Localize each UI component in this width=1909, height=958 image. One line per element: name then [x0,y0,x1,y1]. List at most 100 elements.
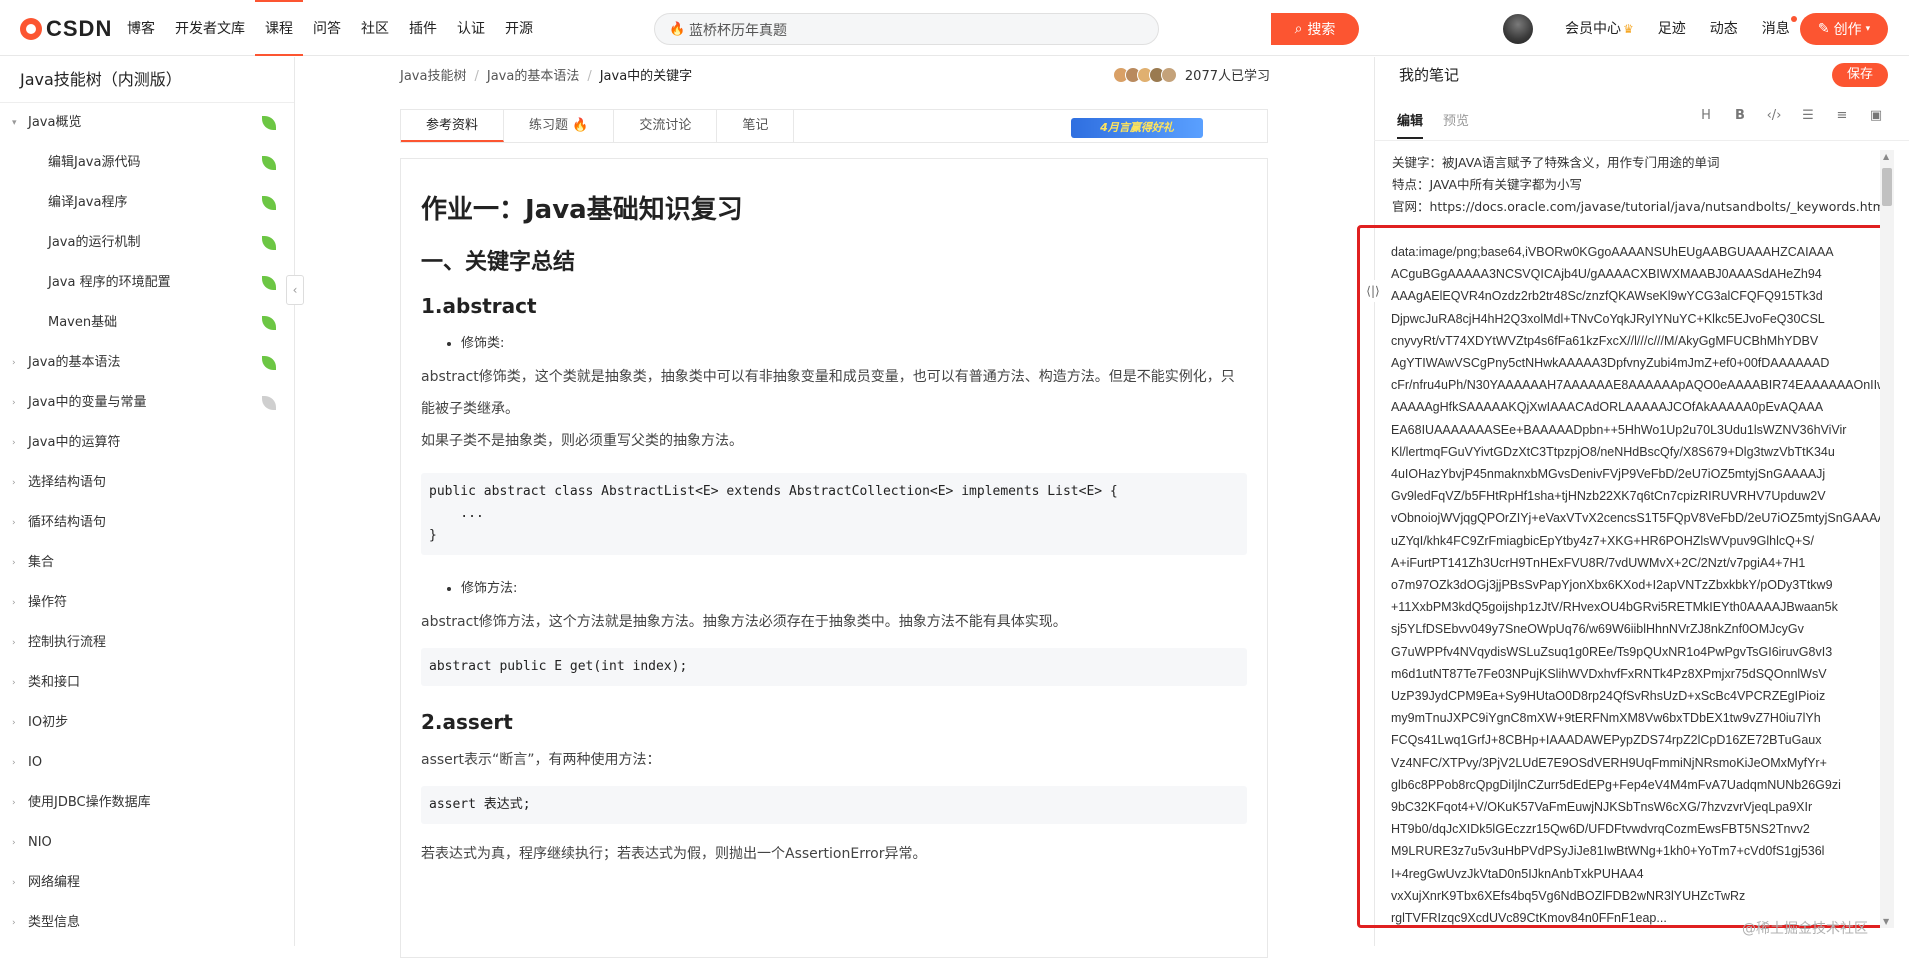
create-button[interactable]: ✎ 创作 ▾ [1800,13,1888,45]
chevron-right-icon[interactable]: › [12,343,16,383]
leaf-progress-icon [262,276,276,290]
sidebar-item-label: 操作符 [28,595,68,610]
sidebar-item[interactable]: › 类型信息 [0,903,294,943]
chevron-right-icon[interactable]: › [12,903,16,943]
chevron-right-icon[interactable]: › [12,823,16,863]
sidebar-item[interactable]: › 循环结构语句 [0,503,294,543]
sidebar-item[interactable]: › 网络编程 [0,863,294,903]
sidebar-item[interactable]: › 选择结构语句 [0,463,294,503]
nav-qa[interactable]: 问答 [303,0,351,56]
skill-tree-sidebar: Java技能树（内测版） ▾ Java概览 编辑Java源代码 编译Java程序 Jav… [0,57,295,946]
sidebar-item[interactable]: › Java中的运算符 [0,423,294,463]
sidebar-item[interactable]: › 集合 [0,543,294,583]
sidebar-item[interactable]: › Java的基本语法 [0,343,294,383]
chevron-right-icon[interactable]: › [12,423,16,463]
note-editor[interactable]: 关键字：被JAVA语言赋予了特殊含义，用作专门用途的单词 特点：JAVA中所有关… [1392,152,1882,218]
nav-community[interactable]: 社区 [351,0,399,56]
collapse-sidebar-button[interactable]: ‹ [286,275,304,305]
sidebar-item[interactable]: ▾ Java概览 [0,103,294,143]
breadcrumb-item[interactable]: Java的基本语法 [487,69,579,84]
tab-reference[interactable]: 参考资料 [401,110,505,142]
paragraph: assert表示“断言”，有两种使用方法： [421,752,661,768]
promo-banner[interactable]: 4月言赢得好礼 [1071,118,1203,138]
tab-notes[interactable]: 笔记 [717,110,795,142]
csdn-logo[interactable]: CSDN [20,16,112,42]
scroll-down-icon[interactable]: ▼ [1883,917,1889,926]
user-avatar[interactable] [1503,14,1533,44]
chevron-right-icon[interactable]: › [12,623,16,663]
content-tabs: 参考资料 练习题 🔥 交流讨论 笔记 4月言赢得好礼 [400,109,1268,143]
sidebar-item[interactable]: › IO初步 [0,703,294,743]
chevron-right-icon[interactable]: › [12,503,16,543]
learner-avatars [1112,66,1177,83]
chevron-right-icon[interactable]: › [12,583,16,623]
chevron-right-icon[interactable]: › [12,543,16,583]
scroll-up-icon[interactable]: ▲ [1883,152,1889,161]
leaf-progress-icon [262,356,276,370]
notes-title: 我的笔记 [1399,66,1460,84]
search-button[interactable]: ⌕ 搜索 [1271,13,1359,45]
code-block: public abstract class AbstractList<E> ex… [421,473,1247,555]
chevron-right-icon[interactable]: › [12,463,16,503]
chevron-right-icon[interactable]: › [12,743,16,783]
paragraph: abstract修饰方法，这个方法就是抽象方法。抽象方法必须存在于抽象类中。抽象… [421,614,1067,630]
code-block: abstract public E get(int index); [421,648,1247,686]
editor-toolbar: H B ‹/› ☰ ≡ ▣ [1697,108,1885,123]
paragraph: abstract修饰类，这个类就是抽象类，抽象类中可以有非抽象变量和成员变量，也… [421,369,1235,417]
bold-icon[interactable]: B [1731,108,1749,123]
save-button[interactable]: 保存 [1832,63,1888,87]
sidebar-item-label: 网络编程 [28,875,81,890]
list-item: 修饰方法: [461,577,1247,596]
chevron-right-icon[interactable]: › [12,663,16,703]
sidebar-item[interactable]: Java的运行机制 [0,223,294,263]
nav-certification[interactable]: 认证 [447,0,495,56]
nav-open-source[interactable]: 开源 [495,0,543,56]
code-block: assert 表达式; [421,786,1247,824]
chevron-down-icon[interactable]: ▾ [12,103,17,143]
leaf-progress-icon [262,156,276,170]
code-icon[interactable]: ‹/› [1765,108,1783,123]
unordered-list-icon[interactable]: ☰ [1799,108,1817,123]
sidebar-item-label: 使用JDBC操作数据库 [28,795,151,810]
footprint-link[interactable]: 足迹 [1658,18,1686,38]
vip-center-link[interactable]: 会员中心 ♛ [1565,18,1634,38]
sidebar-item[interactable]: › 类和接口 [0,663,294,703]
chevron-right-icon[interactable]: › [12,703,16,743]
sidebar-item[interactable]: 编辑Java源代码 [0,143,294,183]
crown-icon: ♛ [1623,22,1634,36]
hot-fire-icon: 🔥 [669,22,686,37]
chevron-right-icon[interactable]: › [12,383,16,423]
chevron-right-icon[interactable]: › [12,863,16,903]
sidebar-item-label: 选择结构语句 [28,475,107,490]
tab-preview[interactable]: 预览 [1443,110,1469,139]
tab-discussion[interactable]: 交流讨论 [614,110,718,142]
tab-exercises[interactable]: 练习题 🔥 [504,110,615,142]
sidebar-item[interactable]: › 使用JDBC操作数据库 [0,783,294,823]
activity-link[interactable]: 动态 [1710,18,1738,38]
sidebar-item[interactable]: › Java中的变量与常量 [0,383,294,423]
image-icon[interactable]: ▣ [1867,108,1885,123]
chevron-right-icon[interactable]: › [12,783,16,823]
watermark: @稀土掘金技术社区 [1742,921,1868,937]
nav-blog[interactable]: 博客 [117,0,165,56]
heading-icon[interactable]: H [1697,108,1715,123]
sidebar-item[interactable]: 编译Java程序 [0,183,294,223]
ordered-list-icon[interactable]: ≡ [1833,108,1851,123]
sidebar-item[interactable]: › IO [0,743,294,783]
nav-plugins[interactable]: 插件 [399,0,447,56]
sidebar-item[interactable]: Java 程序的环境配置 [0,263,294,303]
sidebar-item[interactable]: Maven基础 [0,303,294,343]
nav-dev-library[interactable]: 开发者文库 [165,0,255,56]
sidebar-item[interactable]: › 控制执行流程 [0,623,294,663]
breadcrumb-item[interactable]: Java技能树 [400,69,466,84]
nav-courses[interactable]: 课程 [255,0,303,56]
note-scrollbar[interactable]: ▲ ▼ [1880,150,1894,928]
sidebar-item[interactable]: › 操作符 [0,583,294,623]
sidebar-item-label: Java概览 [28,115,82,130]
divider [1374,140,1909,141]
scrollbar-thumb[interactable] [1882,168,1892,206]
sidebar-item[interactable]: › NIO [0,823,294,863]
search-input[interactable]: 🔥 蓝桥杯历年真题 [654,13,1159,45]
messages-link[interactable]: 消息 [1762,16,1797,38]
tab-edit[interactable]: 编辑 [1397,110,1424,139]
